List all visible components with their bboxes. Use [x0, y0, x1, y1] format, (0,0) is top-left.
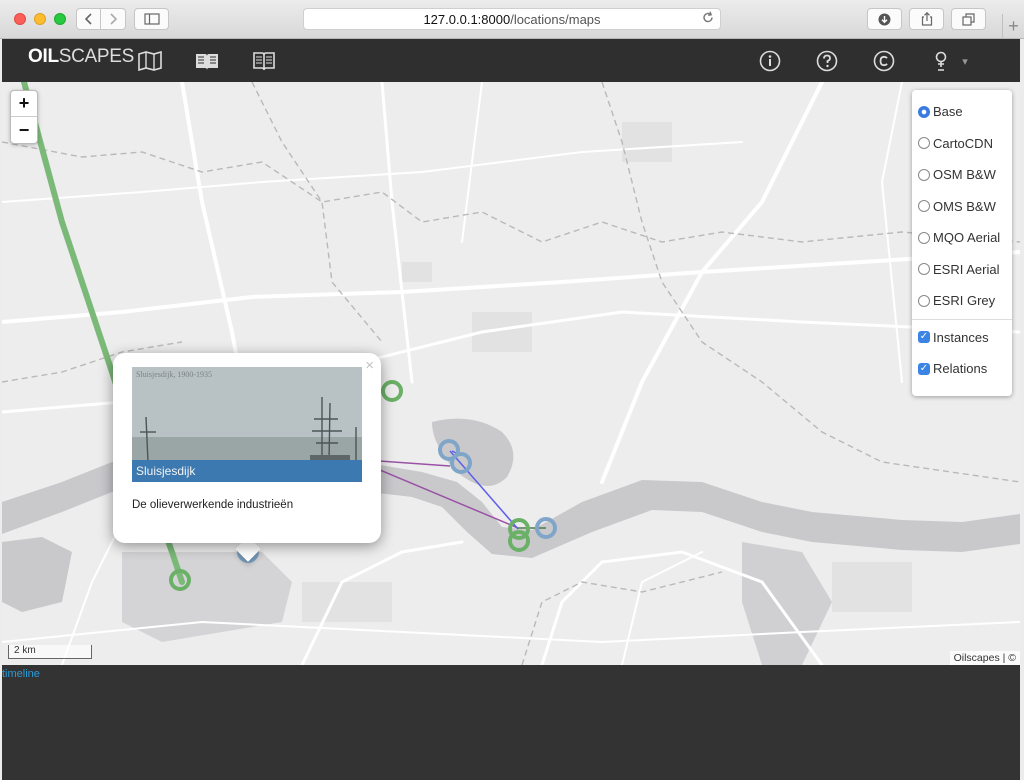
copyright-icon[interactable] [872, 50, 896, 72]
close-icon[interactable]: × [365, 357, 374, 374]
book-icon[interactable] [252, 50, 276, 72]
timeline-link[interactable]: timeline [2, 668, 40, 680]
radio-icon[interactable] [918, 231, 930, 244]
layer-option-base[interactable]: Base [912, 96, 1012, 128]
download-icon [878, 13, 891, 25]
tabs-overview-button[interactable] [951, 8, 986, 30]
zoom-in-button[interactable]: + [11, 91, 37, 117]
overlay-option-instances[interactable]: ✓ Instances [912, 322, 1012, 354]
book-open-icon[interactable] [195, 50, 219, 72]
address-bar[interactable]: 127.0.0.1:8000/locations/maps [303, 8, 721, 30]
timeline-panel: timeline [2, 665, 1020, 780]
share-button[interactable] [909, 8, 944, 30]
layer-option-osm-bw[interactable]: OSM B&W [912, 159, 1012, 191]
sidebar-toggle-button[interactable] [134, 8, 169, 30]
new-tab-button[interactable]: + [1002, 14, 1024, 39]
zoom-out-button[interactable]: − [11, 117, 37, 143]
location-popup: × Sluisjesdijk, 1900-1935 Sluisjesdijk D… [113, 353, 381, 543]
maximize-window-button[interactable] [54, 13, 66, 25]
radio-selected-icon[interactable] [918, 105, 930, 118]
help-icon[interactable] [815, 50, 839, 72]
layer-option-esri-aerial[interactable]: ESRI Aerial [912, 254, 1012, 286]
user-icon[interactable] [929, 50, 953, 72]
brand-oil: OIL [28, 46, 59, 67]
layer-label: OSM B&W [933, 167, 996, 183]
app-navbar: OILSCAPES ▾ [2, 39, 1020, 82]
brand-scapes: SCAPES [58, 46, 135, 67]
scale-bar: 2 km [8, 645, 92, 659]
url-host: 127.0.0.1:8000 [423, 11, 511, 27]
radio-icon[interactable] [918, 263, 930, 276]
downloads-button[interactable] [867, 8, 902, 30]
overlay-label: Instances [933, 329, 989, 345]
close-window-button[interactable] [14, 13, 26, 25]
photo-caption: Sluisjesdijk [132, 460, 362, 482]
overlay-label: Relations [933, 361, 988, 377]
forward-button[interactable] [101, 8, 126, 30]
tabs-icon [962, 12, 975, 26]
layer-label: ESRI Grey [933, 293, 996, 309]
new-tab-label: + [1008, 16, 1019, 36]
map-attribution[interactable]: Oilscapes | © [949, 651, 1020, 665]
layer-switcher: Base CartoCDN OSM B&W OMS B&W MQO Aerial… [912, 90, 1012, 396]
map-block [832, 562, 912, 612]
layer-option-cartocdn[interactable]: CartoCDN [912, 128, 1012, 160]
map-block [302, 582, 392, 622]
chevron-right-icon [110, 13, 118, 25]
minimize-window-button[interactable] [34, 13, 46, 25]
map-block [622, 122, 672, 162]
layer-label: MQO Aerial [933, 230, 1001, 246]
layer-separator [912, 318, 1012, 320]
zoom-control: + − [10, 90, 38, 144]
map-view[interactable]: + − Base CartoCDN OSM B&W OMS B&W MQO Ae… [2, 82, 1020, 665]
map-icon[interactable] [138, 50, 162, 72]
layer-label: ESRI Aerial [933, 261, 1000, 277]
layer-label: OMS B&W [933, 198, 996, 214]
back-button[interactable] [76, 8, 101, 30]
radio-icon[interactable] [918, 168, 930, 181]
info-icon[interactable] [758, 50, 782, 72]
overlay-option-relations[interactable]: ✓ Relations [912, 353, 1012, 385]
brand-logo[interactable]: OILSCAPES [28, 46, 134, 68]
radio-icon[interactable] [918, 200, 930, 213]
user-dropdown-caret[interactable]: ▾ [958, 50, 972, 72]
reload-icon[interactable] [702, 11, 714, 27]
checkbox-checked-icon[interactable]: ✓ [918, 362, 930, 375]
radio-icon[interactable] [918, 294, 930, 307]
popup-description: De olieverwerkende industrieën [132, 499, 294, 511]
chevron-left-icon [84, 13, 92, 25]
radio-icon[interactable] [918, 137, 930, 150]
photo-archive-caption: Sluisjesdijk, 1900-1935 [136, 370, 213, 379]
checkbox-checked-icon[interactable]: ✓ [918, 331, 930, 344]
layer-label: Base [933, 104, 963, 120]
share-icon [921, 12, 932, 26]
historic-photo[interactable]: Sluisjesdijk, 1900-1935 Sluisjesdijk [132, 367, 362, 482]
layer-option-oms-bw[interactable]: OMS B&W [912, 191, 1012, 223]
map-block [402, 262, 432, 282]
harbour-basin [2, 537, 72, 612]
url-path: /locations/maps [510, 11, 601, 27]
browser-titlebar: 127.0.0.1:8000/locations/maps + [0, 0, 1024, 39]
sidebar-icon [143, 13, 160, 25]
layer-label: CartoCDN [933, 135, 993, 151]
layer-option-mqo-aerial[interactable]: MQO Aerial [912, 222, 1012, 254]
layer-option-esri-grey[interactable]: ESRI Grey [912, 285, 1012, 317]
